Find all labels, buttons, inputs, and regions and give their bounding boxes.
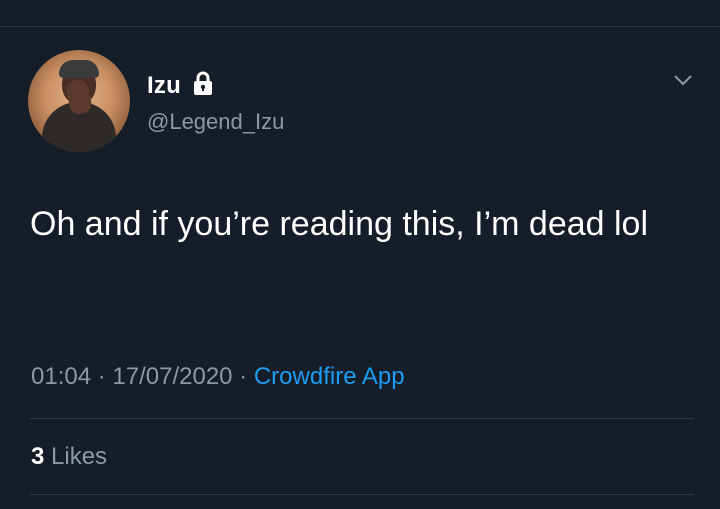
- avatar[interactable]: [28, 50, 130, 152]
- meta-separator: ·: [91, 363, 113, 390]
- top-divider: [0, 26, 720, 27]
- divider: [30, 418, 694, 419]
- meta-separator: ·: [232, 363, 254, 390]
- divider: [30, 494, 694, 495]
- tweet-time: 01:04: [31, 363, 92, 390]
- user-handle[interactable]: @Legend_Izu: [147, 109, 284, 135]
- tweet-detail-screen: Izu @Legend_Izu Oh and if you’re reading…: [0, 0, 720, 509]
- likes-stat[interactable]: 3 Likes: [31, 442, 107, 472]
- tweet-meta: 01:04 · 17/07/2020 · Crowdfire App: [31, 362, 405, 392]
- chevron-down-icon[interactable]: [672, 72, 694, 88]
- display-name[interactable]: Izu: [147, 72, 181, 100]
- lock-icon: [194, 71, 212, 95]
- likes-label: Likes: [51, 443, 108, 470]
- tweet-text: Oh and if you’re reading this, I’m dead …: [30, 205, 649, 243]
- tweet-source-link[interactable]: Crowdfire App: [254, 363, 405, 390]
- likes-count: 3: [31, 443, 45, 470]
- tweet-date: 17/07/2020: [112, 363, 233, 390]
